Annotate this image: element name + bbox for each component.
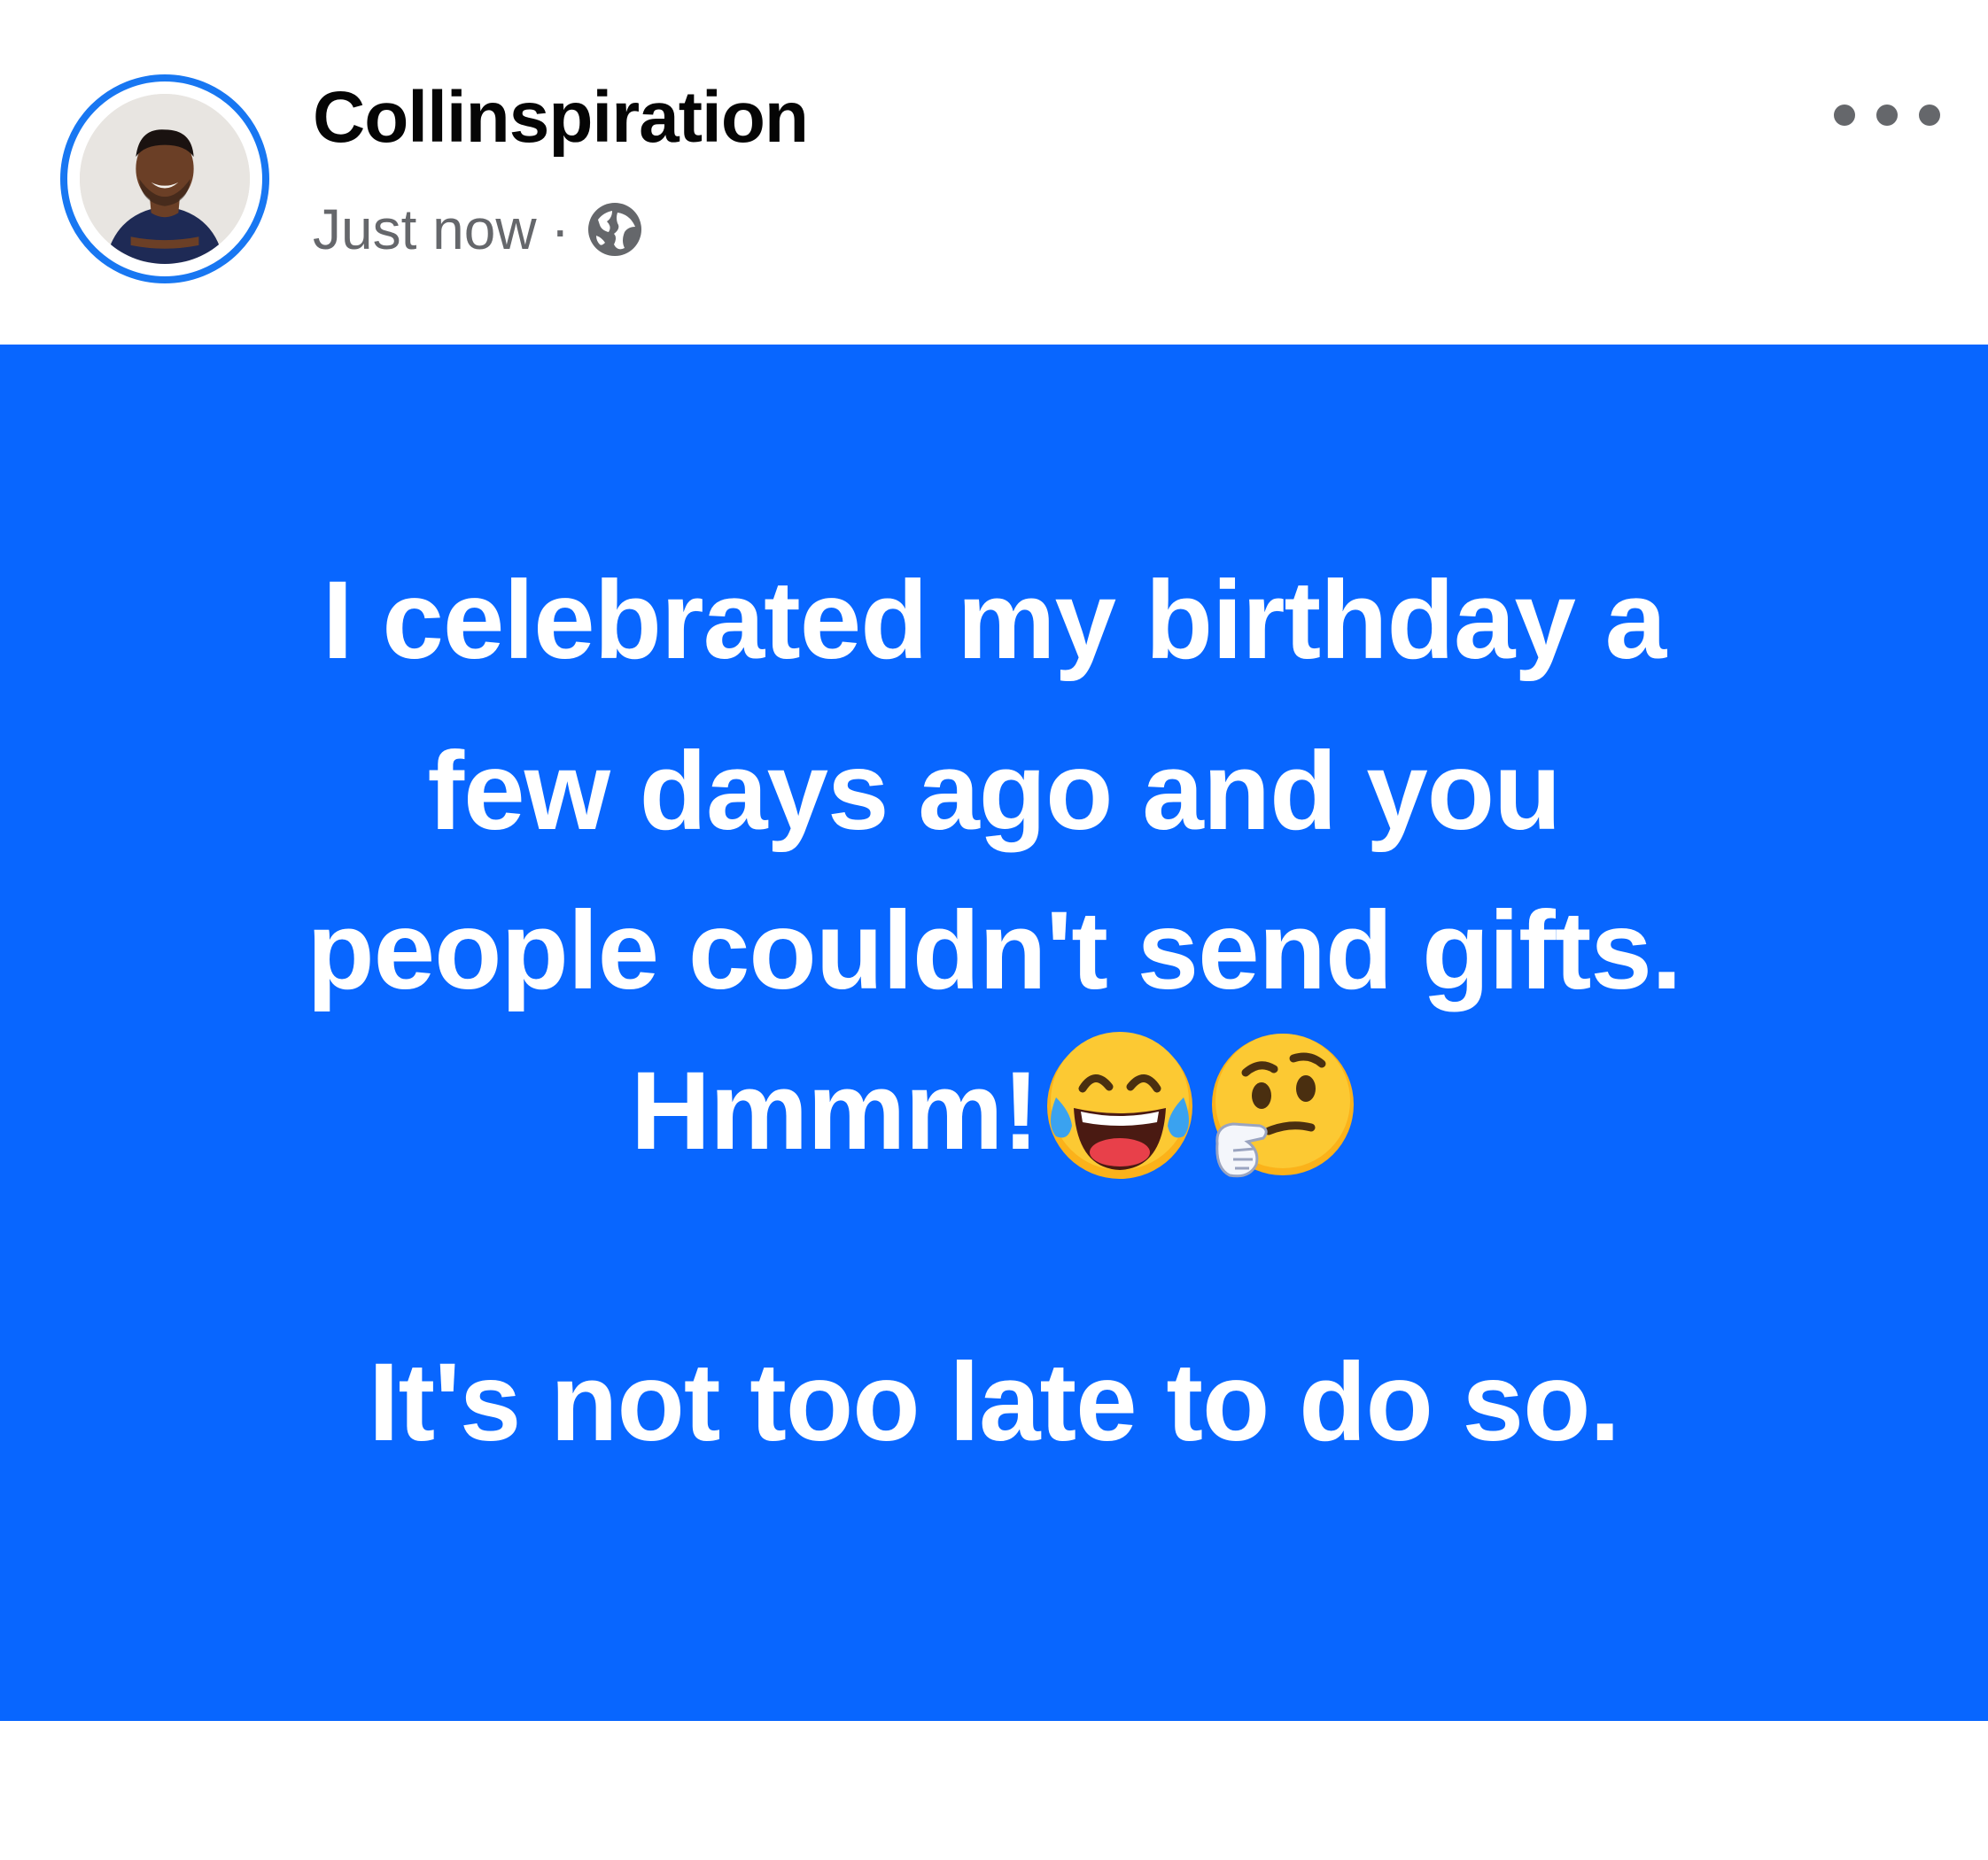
author-name[interactable]: Collinspiration bbox=[313, 76, 809, 159]
post-text-line: people couldn't send gifts. bbox=[307, 889, 1681, 1012]
post-meta: Just now · bbox=[313, 197, 644, 262]
post-text-fragment: Hmmm! bbox=[630, 1050, 1039, 1173]
more-dot bbox=[1834, 105, 1855, 126]
post-header: Collinspiration Just now · bbox=[0, 0, 1988, 345]
post-timestamp[interactable]: Just now bbox=[313, 197, 537, 262]
post-text-background: I celebrated my birthday a few days ago … bbox=[0, 345, 1988, 1721]
avatar-story-ring[interactable] bbox=[60, 74, 269, 283]
post-text-line: It's not too late to do so. bbox=[368, 1341, 1620, 1464]
more-dot bbox=[1919, 105, 1940, 126]
thinking-face-emoji bbox=[1198, 1027, 1357, 1186]
post-footer bbox=[0, 1721, 1988, 1860]
meta-separator: · bbox=[550, 198, 570, 261]
post-text-line-with-emojis: Hmmm! bbox=[0, 1031, 1988, 1186]
more-options-icon[interactable] bbox=[1834, 89, 1940, 142]
facebook-post: Collinspiration Just now · I celebrated … bbox=[0, 0, 1988, 1860]
more-dot bbox=[1876, 105, 1898, 126]
post-text-line: few days ago and you bbox=[427, 730, 1562, 853]
profile-photo bbox=[80, 94, 250, 264]
post-text-line: I celebrated my birthday a bbox=[322, 559, 1666, 682]
avatar[interactable] bbox=[80, 94, 250, 264]
face-with-tears-of-joy-emoji bbox=[1038, 1027, 1198, 1186]
globe-icon[interactable] bbox=[586, 200, 644, 259]
